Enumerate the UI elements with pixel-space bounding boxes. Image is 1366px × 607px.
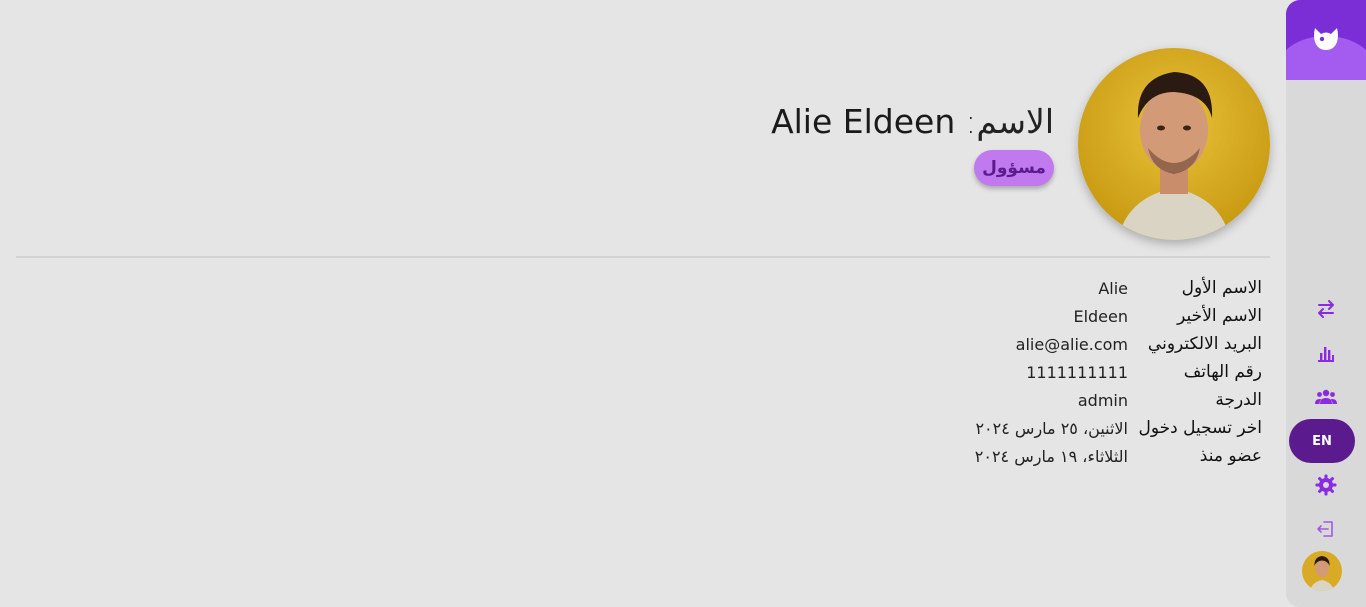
detail-label: الاسم الأول: [1181, 278, 1262, 298]
users-icon[interactable]: [1310, 381, 1342, 413]
detail-value: الثلاثاء، ١٩ مارس ٢٠٢٤: [974, 446, 1128, 466]
detail-value: admin: [1077, 390, 1128, 410]
detail-value: 1111111111: [1026, 362, 1128, 382]
logo-icon: [1314, 28, 1338, 50]
detail-value: الاثنين، ٢٥ مارس ٢٠٢٤: [975, 418, 1128, 438]
detail-row-phone: رقم الهاتف 1111111111: [975, 358, 1262, 386]
profile-avatar: [1078, 48, 1270, 240]
detail-label: رقم الهاتف: [1183, 362, 1262, 382]
detail-row-role: الدرجة admin: [975, 386, 1262, 414]
name-label: الاسم:: [965, 102, 1054, 141]
profile-name: الاسم: Alie Eldeen: [771, 102, 1054, 141]
detail-value: alie@alie.com: [1015, 334, 1128, 354]
sidebar: EN: [1286, 0, 1366, 607]
detail-value: Eldeen: [1073, 306, 1128, 326]
profile-details: الاسم الأول Alie الاسم الأخير Eldeen الب…: [975, 274, 1262, 470]
user-avatar[interactable]: [1302, 551, 1342, 591]
logout-icon[interactable]: [1310, 513, 1342, 545]
detail-row-member-since: عضو منذ الثلاثاء، ١٩ مارس ٢٠٢٤: [975, 442, 1262, 470]
logo[interactable]: [1286, 0, 1366, 80]
settings-icon[interactable]: [1310, 469, 1342, 501]
detail-label: اخر تسجيل دخول: [1138, 418, 1262, 438]
detail-row-last-name: الاسم الأخير Eldeen: [975, 302, 1262, 330]
detail-row-first-name: الاسم الأول Alie: [975, 274, 1262, 302]
detail-label: عضو منذ: [1199, 446, 1262, 466]
detail-label: البريد الالكتروني: [1147, 334, 1262, 354]
name-value: Alie Eldeen: [771, 102, 956, 141]
detail-value: Alie: [1098, 278, 1128, 298]
detail-row-last-login: اخر تسجيل دخول الاثنين، ٢٥ مارس ٢٠٢٤: [975, 414, 1262, 442]
detail-row-email: البريد الالكتروني alie@alie.com: [975, 330, 1262, 358]
language-toggle-button[interactable]: EN: [1289, 419, 1355, 463]
transfer-icon[interactable]: [1310, 293, 1342, 325]
detail-label: الدرجة: [1215, 390, 1262, 410]
role-badge: مسؤول: [974, 150, 1054, 186]
chart-icon[interactable]: [1310, 337, 1342, 369]
detail-label: الاسم الأخير: [1177, 306, 1262, 326]
divider: [16, 256, 1270, 258]
